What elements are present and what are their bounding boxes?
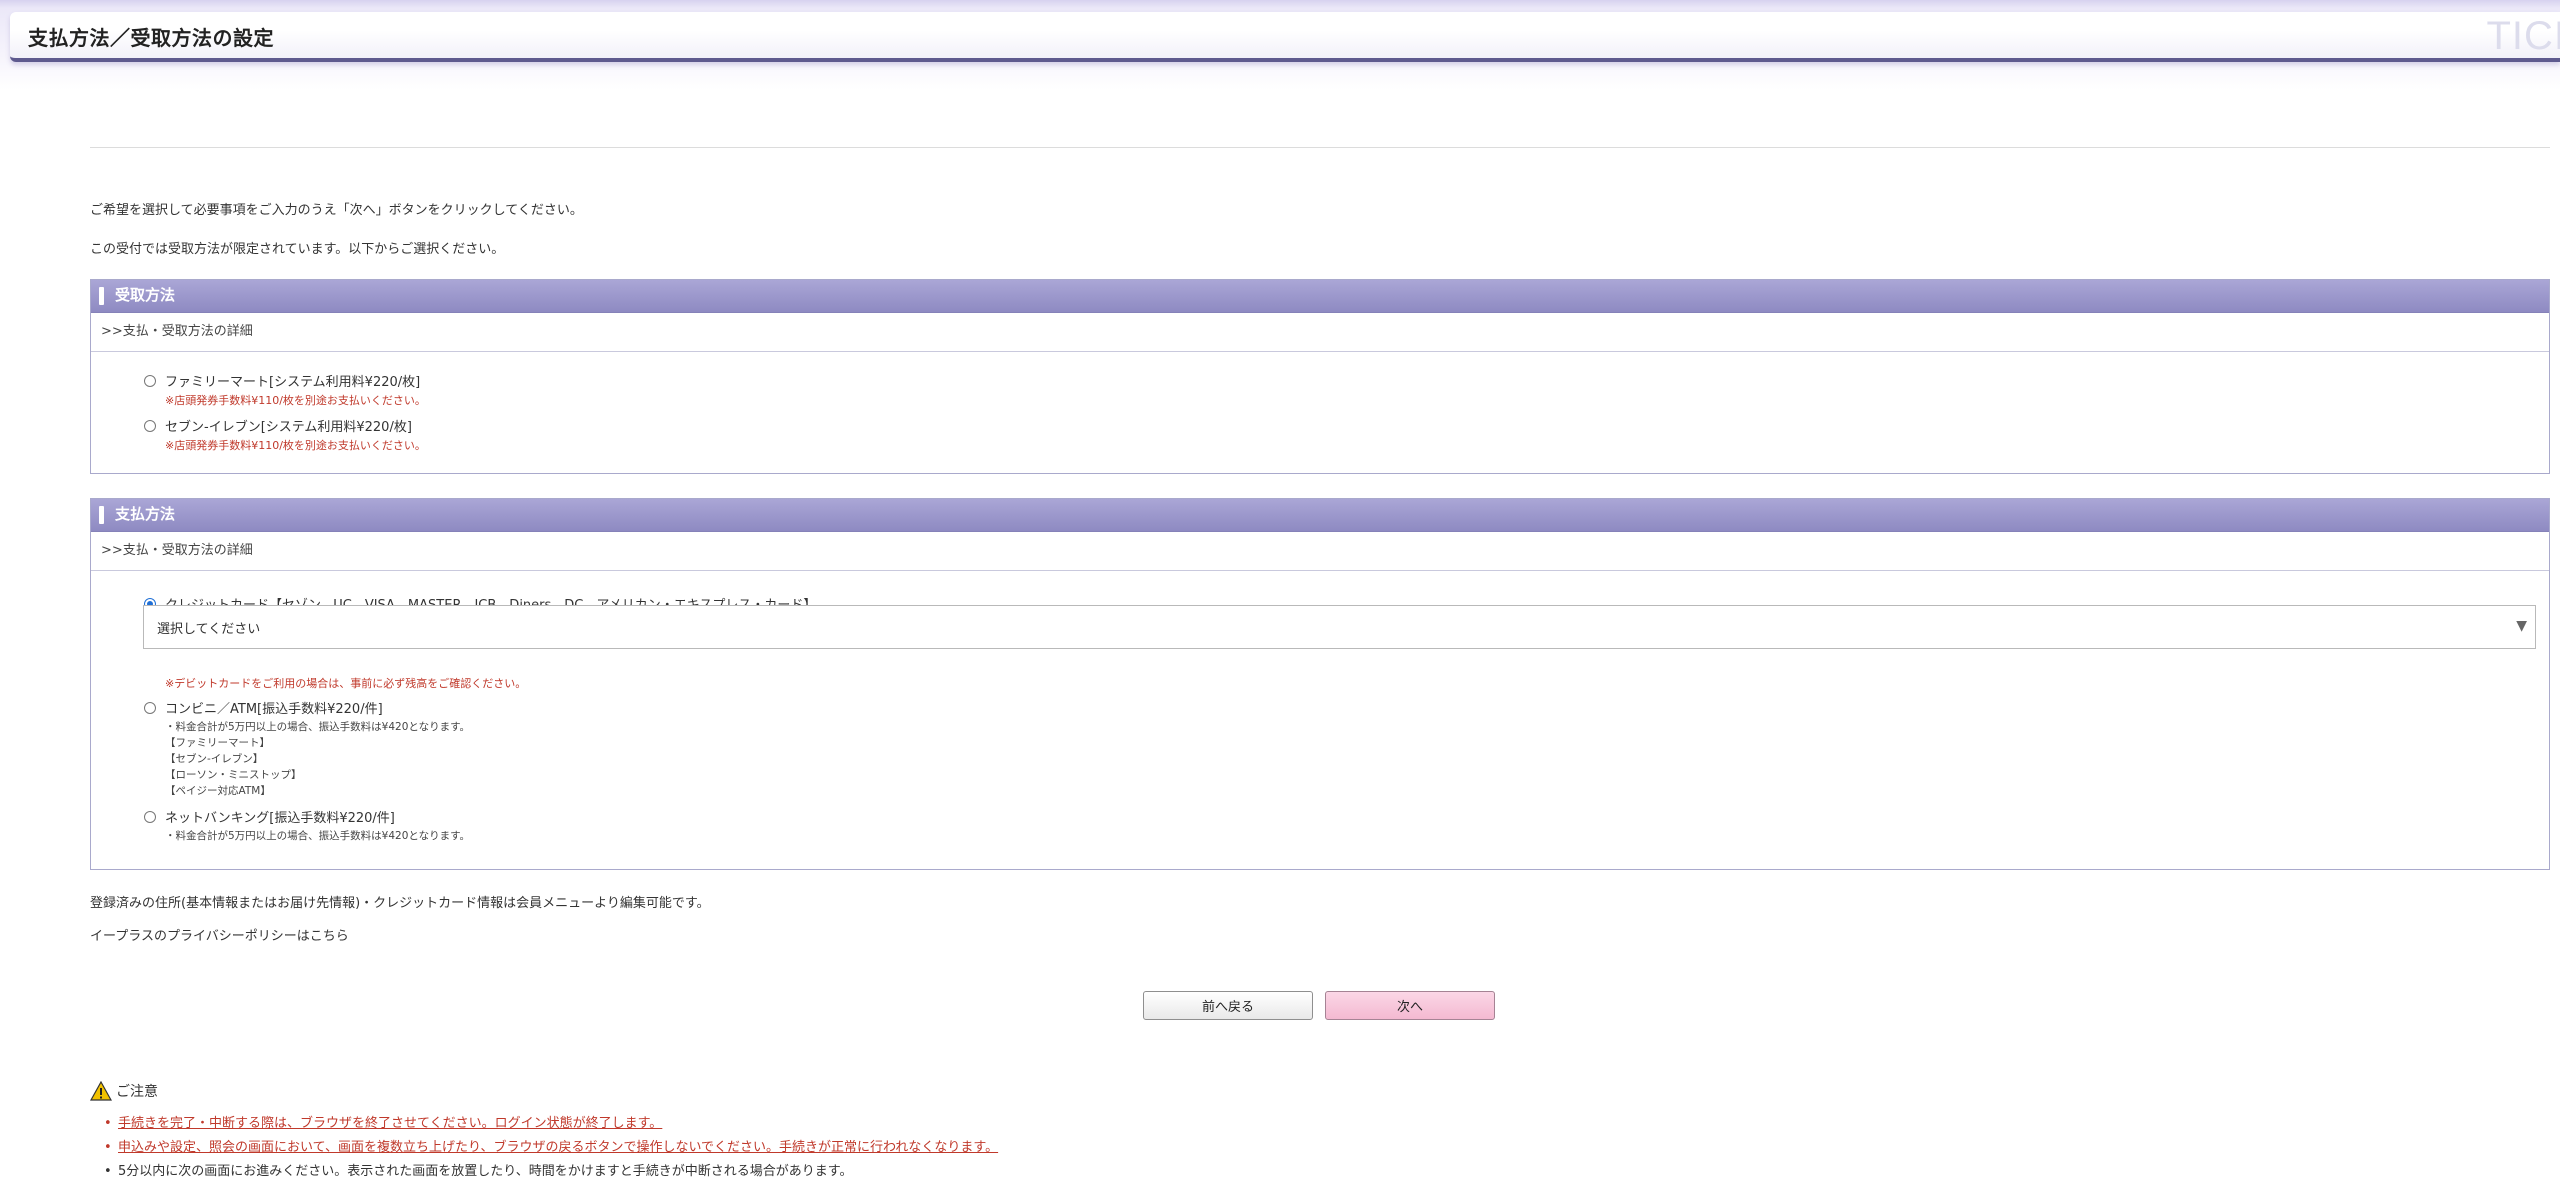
intro-text-2: この受付では受取方法が限定されています。以下からご選択ください。 (90, 242, 505, 257)
convenience-store-lawson: 【ローソン・ミニストップ】 (165, 769, 302, 781)
page-header: 支払方法／受取方法の設定 TICI (10, 12, 2560, 62)
radio-familymart[interactable] (144, 374, 156, 387)
next-button[interactable]: 次へ (1325, 991, 1495, 1020)
privacy-policy-link[interactable]: イープラスのプライバシーポリシーはこちら (90, 925, 349, 944)
bullet: • (104, 1140, 112, 1155)
convenience-label: コンビニ／ATM[振込手数料¥220/件] (165, 702, 383, 717)
page-title: 支払方法／受取方法の設定 (28, 26, 274, 50)
caution-text: 5分以内に次の画面にお進みください。表示された画面を放置したり、時間をかけますと… (118, 1164, 853, 1179)
seven-note: ※店頭発券手数料¥110/枚を別途お支払いください。 (165, 439, 426, 452)
caution-text: 手続きを完了・中断する際は、ブラウザを終了させてください。ログイン状態が終了しま… (118, 1116, 663, 1131)
credit-debit-note: ※デビットカードをご利用の場合は、事前に必ず残高をご確認ください。 (165, 677, 527, 690)
payment-method-header: 支払方法 (91, 499, 2549, 532)
seven-label: セブン-イレブン[システム利用料¥220/枚] (165, 420, 412, 435)
caution-title: ご注意 (116, 1084, 158, 1100)
netbank-label: ネットバンキング[振込手数料¥220/件] (165, 811, 395, 826)
warning-icon (90, 1081, 112, 1101)
familymart-note: ※店頭発券手数料¥110/枚を別途お支払いください。 (165, 394, 426, 407)
netbank-note: ・料金合計が5万円以上の場合、振込手数料は¥420となります。 (165, 830, 471, 842)
convenience-store-payeasy: 【ペイジー対応ATM】 (165, 785, 271, 797)
convenience-notes: ・料金合計が5万円以上の場合、振込手数料は¥420となります。 【ファミリーマー… (165, 719, 470, 799)
payment-method-title: 支払方法 (115, 505, 176, 523)
receive-method-header: 受取方法 (91, 280, 2549, 313)
divider (90, 147, 2550, 148)
radio-seven[interactable] (144, 419, 156, 432)
receive-option-seven[interactable]: セブン-イレブン[システム利用料¥220/枚] (144, 416, 412, 435)
receive-method-title: 受取方法 (115, 286, 176, 304)
address-edit-note: 登録済みの住所(基本情報またはお届け先情報)・クレジットカード情報は会員メニュー… (90, 896, 710, 911)
caution-item: • 申込みや設定、照会の画面において、画面を複数立ち上げたり、ブラウザの戻るボタ… (104, 1136, 998, 1160)
caution-text: 申込みや設定、照会の画面において、画面を複数立ち上げたり、ブラウザの戻るボタンで… (118, 1140, 999, 1155)
caution-item: • 5分以内に次の画面にお進みください。表示された画面を放置したり、時間をかけま… (104, 1160, 998, 1184)
credit-card-select[interactable]: 選択してください ▼ (143, 605, 2536, 649)
caution-list: • 手続きを完了・中断する際は、ブラウザを終了させてください。ログイン状態が終了… (104, 1112, 998, 1184)
bullet: • (104, 1116, 112, 1131)
payment-method-section: 支払方法 >>支払・受取方法の詳細 クレジットカード【セゾン、UC、VISA、M… (90, 498, 2550, 870)
caution-item: • 手続きを完了・中断する際は、ブラウザを終了させてください。ログイン状態が終了… (104, 1112, 998, 1136)
receive-method-section: 受取方法 >>支払・受取方法の詳細 ファミリーマート[システム利用料¥220/枚… (90, 279, 2550, 474)
chevron-down-icon: ▼ (2516, 618, 2527, 634)
convenience-store-seven: 【セブン-イレブン】 (165, 753, 264, 765)
radio-convenience[interactable] (144, 701, 156, 714)
intro-text-1: ご希望を選択して必要事項をご入力のうえ「次へ」ボタンをクリックしてください。 (90, 203, 583, 218)
convenience-store-familymart: 【ファミリーマート】 (165, 737, 270, 749)
bullet: • (104, 1164, 112, 1179)
header-marker-icon (99, 287, 104, 305)
receive-option-familymart[interactable]: ファミリーマート[システム利用料¥220/枚] (144, 371, 420, 390)
payment-option-netbank[interactable]: ネットバンキング[振込手数料¥220/件] (144, 807, 395, 826)
brand-logo: TICI (2486, 14, 2560, 58)
radio-netbank[interactable] (144, 810, 156, 823)
header-marker-icon (99, 506, 104, 524)
credit-card-select-value: 選択してください (157, 622, 261, 637)
back-button[interactable]: 前へ戻る (1143, 991, 1313, 1020)
familymart-label: ファミリーマート[システム利用料¥220/枚] (165, 375, 421, 390)
payment-detail-link[interactable]: >>支払・受取方法の詳細 (91, 532, 2549, 571)
convenience-note: ・料金合計が5万円以上の場合、振込手数料は¥420となります。 (165, 721, 471, 733)
receive-detail-link[interactable]: >>支払・受取方法の詳細 (91, 313, 2549, 352)
payment-option-convenience[interactable]: コンビニ／ATM[振込手数料¥220/件] (144, 698, 383, 717)
caution-heading: ご注意 (90, 1081, 158, 1101)
